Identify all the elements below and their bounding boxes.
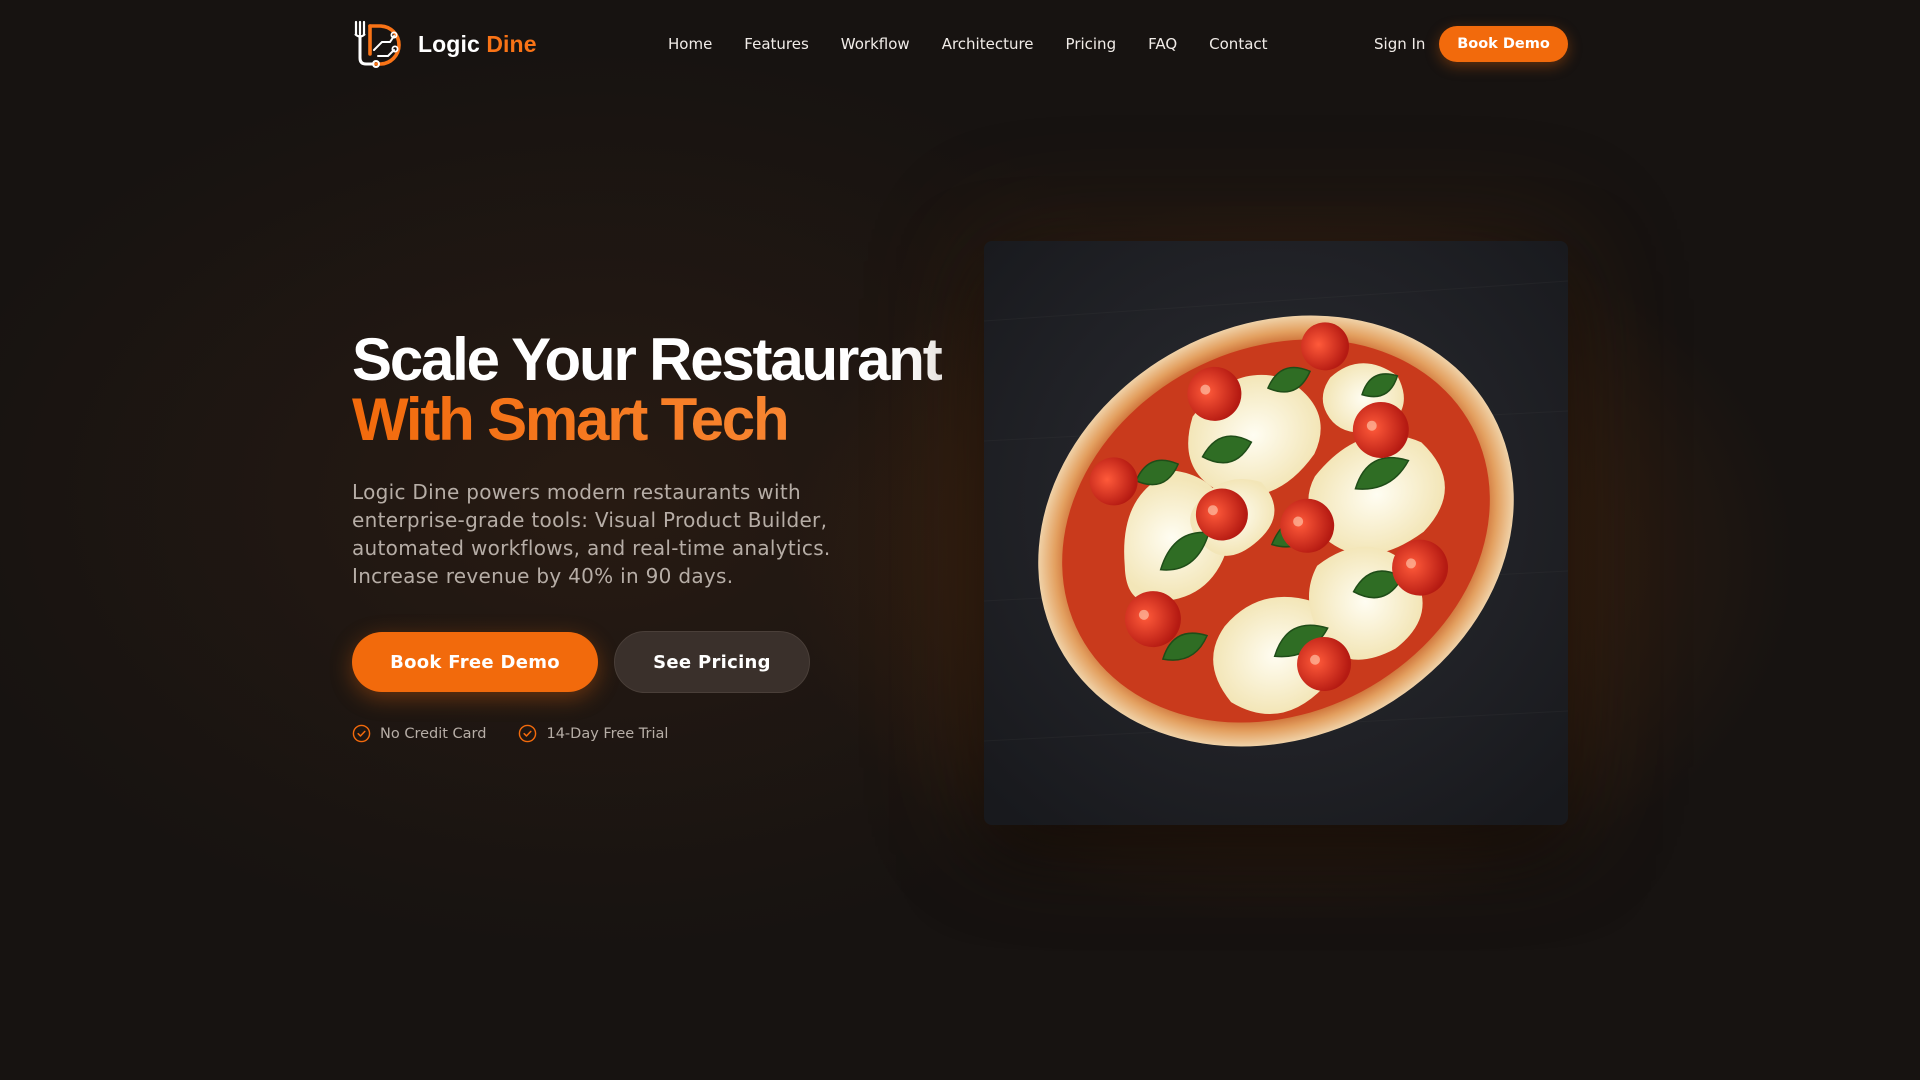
nav-link-home[interactable]: Home <box>668 35 712 53</box>
hero-title: Scale Your Restaurant With Smart Tech <box>352 326 943 450</box>
brand-name-part2: Dine <box>486 30 537 57</box>
top-navbar: Logic Dine Home Features Workflow Archit… <box>352 0 1568 88</box>
hero-title-line2: With Smart Tech <box>352 390 941 450</box>
check-circle-icon <box>519 724 537 743</box>
hero-description: Logic Dine powers modern restaurants wit… <box>352 480 831 588</box>
book-demo-button[interactable]: Book Demo <box>1439 26 1568 62</box>
nav-link-contact[interactable]: Contact <box>1209 35 1267 53</box>
main-menu: Home Features Workflow Architecture Pric… <box>668 0 1268 88</box>
perk-item: No Credit Card <box>352 724 486 743</box>
check-circle-icon <box>352 724 371 743</box>
nav-link-workflow[interactable]: Workflow <box>841 35 910 53</box>
fork-circuit-logo-icon <box>354 20 401 68</box>
margherita-pizza-image <box>984 241 1568 825</box>
perk-label: No Credit Card <box>380 725 487 742</box>
hero-title-line1: Scale Your Restaurant <box>352 326 943 393</box>
nav-link-features[interactable]: Features <box>744 35 809 53</box>
brand-name: Logic Dine <box>418 31 537 58</box>
nav-link-architecture[interactable]: Architecture <box>942 35 1034 53</box>
brand-logo[interactable]: Logic Dine <box>352 20 537 68</box>
nav-link-pricing[interactable]: Pricing <box>1066 35 1117 53</box>
perks-list: No Credit Card 14-Day Free Trial <box>352 724 668 743</box>
perk-item: 14-Day Free Trial <box>518 724 668 743</box>
nav-link-faq[interactable]: FAQ <box>1148 35 1177 53</box>
sign-in-link[interactable]: Sign In <box>1374 0 1425 88</box>
see-pricing-button[interactable]: See Pricing <box>614 631 810 693</box>
brand-name-part1: Logic <box>418 30 480 57</box>
perk-label: 14-Day Free Trial <box>546 725 669 742</box>
book-free-demo-button[interactable]: Book Free Demo <box>352 632 598 692</box>
